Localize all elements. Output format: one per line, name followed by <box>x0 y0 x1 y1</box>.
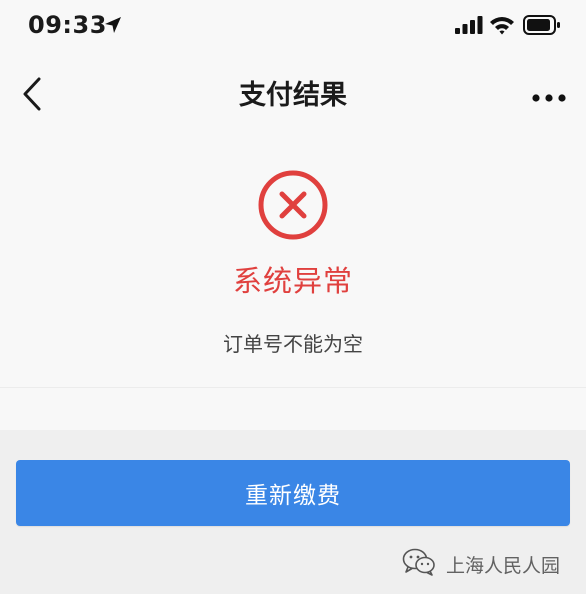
result-message: 订单号不能为空 <box>223 332 363 356</box>
page-title: 支付结果 <box>239 80 347 111</box>
divider <box>0 387 586 388</box>
result-panel: 系统异常 订单号不能为空 <box>0 140 586 386</box>
action-area: 重新缴费 上海人民人园 <box>0 430 586 594</box>
more-button[interactable] <box>526 76 572 116</box>
watermark-text: 上海人民人园 <box>446 554 561 577</box>
more-dots-icon <box>532 87 566 106</box>
repay-button[interactable]: 重新缴费 <box>16 460 570 526</box>
location-arrow-icon <box>103 15 123 39</box>
chevron-left-icon <box>21 76 43 116</box>
result-title: 系统异常 <box>232 264 353 298</box>
status-bar: 09:33 <box>0 0 586 52</box>
cellular-signal-icon <box>455 16 483 38</box>
back-button[interactable] <box>10 72 54 120</box>
status-time: 09:33 <box>28 11 107 39</box>
battery-icon <box>523 15 561 39</box>
nav-bar: 支付结果 <box>0 60 586 132</box>
watermark: 上海人民人园 <box>402 547 560 581</box>
error-circle-icon <box>256 168 330 246</box>
wifi-icon <box>489 15 515 39</box>
wechat-icon <box>402 547 436 581</box>
